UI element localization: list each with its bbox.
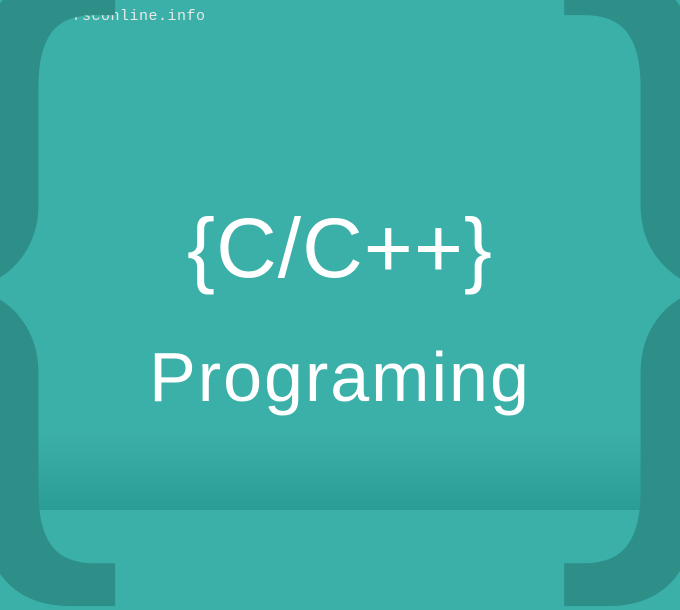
main-content: {C/C++} Programing: [0, 200, 680, 417]
title-text: {C/C++}: [0, 200, 680, 297]
subtitle-text: Programing: [0, 337, 680, 417]
